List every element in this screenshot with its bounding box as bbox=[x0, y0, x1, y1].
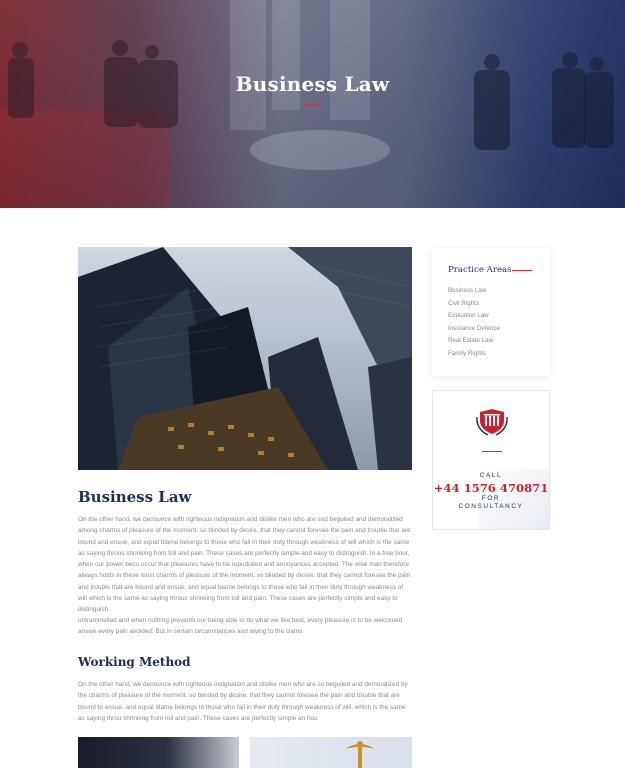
practice-area-link[interactable]: Insurance Defence bbox=[448, 323, 500, 336]
title-divider bbox=[512, 270, 532, 271]
page-title: Business Law bbox=[235, 72, 390, 96]
cta-phone-number[interactable]: +44 1576 470871 bbox=[433, 481, 549, 495]
practice-area-link[interactable]: Family Rights bbox=[448, 348, 500, 361]
practice-area-link[interactable]: Education Law bbox=[448, 310, 500, 323]
cta-call-label: CALL bbox=[479, 472, 503, 479]
cta-for-line: FOR bbox=[481, 495, 501, 502]
cta-divider bbox=[482, 451, 502, 452]
practice-area-link[interactable]: Civil Rights bbox=[448, 298, 500, 311]
practice-areas-card: Practice Areas Business Law Civil Rights… bbox=[432, 248, 550, 376]
cta-consultancy-line: CONSULTANCY bbox=[458, 503, 524, 510]
practice-area-link[interactable]: Business Law bbox=[448, 285, 500, 298]
skyscrapers-image bbox=[78, 247, 412, 470]
article-title: Business Law bbox=[78, 488, 192, 506]
practice-areas-title: Practice Areas bbox=[448, 265, 512, 275]
shield-columns-icon bbox=[476, 409, 508, 436]
working-method-heading: Working Method bbox=[78, 655, 191, 669]
cta-for-label: FOR CONSULTANCY bbox=[433, 495, 549, 511]
practice-area-link[interactable]: Real Estate Law bbox=[448, 335, 500, 348]
consultancy-call-card: CALL +44 1576 470871 FOR CONSULTANCY bbox=[432, 390, 550, 530]
title-divider bbox=[304, 104, 322, 105]
handshake-image bbox=[78, 737, 239, 768]
justice-statue-image bbox=[250, 737, 412, 768]
practice-areas-list: Business Law Civil Rights Education Law … bbox=[448, 285, 500, 361]
working-method-paragraph: On the other hand, we denounce with righ… bbox=[78, 681, 408, 722]
article-paragraph: untrammelled and when nothing prevents o… bbox=[78, 617, 403, 636]
hero-banner: Business Law bbox=[0, 0, 625, 208]
article-paragraph: On the other hand, we denounce with righ… bbox=[78, 516, 411, 614]
